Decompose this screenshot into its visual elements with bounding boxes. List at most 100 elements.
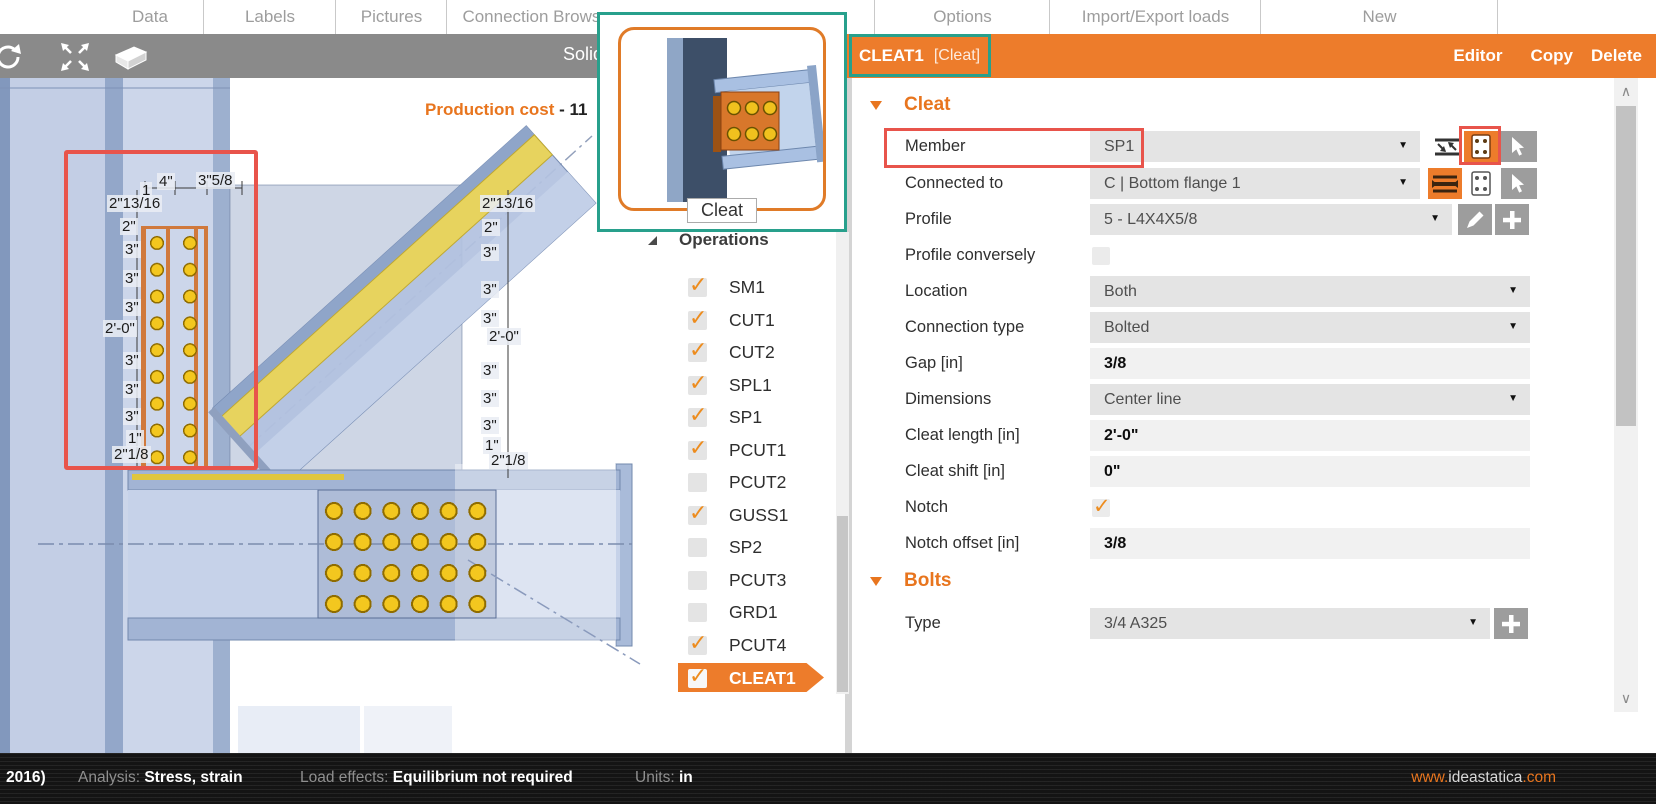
op-checkbox[interactable] xyxy=(688,402,707,428)
cleat-length-input[interactable]: 2'-0" xyxy=(1090,420,1530,451)
production-cost-label: Production cost xyxy=(425,100,555,119)
bolts-section-header[interactable]: Bolts xyxy=(870,570,952,592)
tab-new[interactable]: New xyxy=(1260,0,1498,34)
profile-conversely-checkbox[interactable] xyxy=(1092,247,1110,265)
member-select[interactable]: SP1 xyxy=(1090,131,1420,162)
tab-label: Pictures xyxy=(360,7,423,26)
tab-data[interactable]: Data xyxy=(97,0,203,34)
rotate-view-icon[interactable] xyxy=(0,40,25,79)
solid-box-icon[interactable] xyxy=(112,43,150,76)
status-left: 2016) xyxy=(6,769,46,786)
op-item-sp2[interactable]: SP2 xyxy=(688,534,762,560)
profile-select[interactable]: 5 - L4X4X5/8 xyxy=(1090,204,1452,235)
pick-plate-cursor-icon[interactable] xyxy=(1501,168,1537,199)
op-checkbox[interactable] xyxy=(688,500,707,526)
op-checkbox[interactable] xyxy=(688,305,707,331)
bolt-plate-icon-active[interactable] xyxy=(1464,131,1498,162)
connected-to-label: Connected to xyxy=(905,174,1004,192)
add-bolt-type-plus-icon[interactable] xyxy=(1494,608,1528,639)
op-item-cleat1[interactable]: CLEAT1 xyxy=(688,663,796,691)
dim-label: 3" xyxy=(123,381,141,398)
location-select[interactable]: Both xyxy=(1090,276,1530,307)
op-item-grd1[interactable]: GRD1 xyxy=(688,599,778,625)
dim-label: 4" xyxy=(157,173,175,190)
operations-title: Operations xyxy=(679,230,769,249)
bolt-type-select[interactable]: 3/4 A325 xyxy=(1090,608,1490,639)
connected-to-value: C | Bottom flange 1 xyxy=(1104,174,1241,192)
fit-view-icon[interactable] xyxy=(58,40,92,79)
scroll-down-icon[interactable]: ∨ xyxy=(1614,690,1638,707)
op-item-spl1[interactable]: SPL1 xyxy=(688,370,772,398)
panel-scrollbar-thumb[interactable] xyxy=(1616,106,1636,426)
op-item-pcut2[interactable]: PCUT2 xyxy=(688,469,786,495)
tab-label: Labels xyxy=(244,7,296,26)
add-profile-plus-icon[interactable] xyxy=(1495,204,1529,235)
op-checkbox[interactable] xyxy=(688,370,707,396)
dimensions-select[interactable]: Center line xyxy=(1090,384,1530,415)
flange-icon-active[interactable] xyxy=(1428,168,1462,199)
member-direction-icon[interactable] xyxy=(1430,131,1464,162)
op-checkbox[interactable] xyxy=(688,570,707,590)
collapse-triangle-icon[interactable] xyxy=(870,100,882,110)
operations-scrollbar[interactable] xyxy=(836,232,849,694)
delete-button[interactable]: Delete xyxy=(1591,46,1642,66)
cleat-gallery-popup: Cleat xyxy=(597,12,847,232)
op-checkbox[interactable] xyxy=(688,537,707,557)
bolt-type-value: 3/4 A325 xyxy=(1104,614,1168,632)
load-effects-value: Equilibrium not required xyxy=(392,769,573,786)
op-item-pcut4[interactable]: PCUT4 xyxy=(688,630,786,658)
op-item-sp1[interactable]: SP1 xyxy=(688,402,762,430)
cleat-shift-label: Cleat shift [in] xyxy=(905,462,1005,480)
editor-button[interactable]: Editor xyxy=(1453,46,1502,66)
gap-input[interactable]: 3/8 xyxy=(1090,348,1530,379)
tab-pictures[interactable]: Pictures xyxy=(335,0,447,34)
panel-scrollbar[interactable]: ∧ ∨ xyxy=(1614,78,1638,712)
op-checkbox[interactable] xyxy=(688,602,707,622)
operations-header[interactable]: Operations xyxy=(648,230,769,250)
notch-offset-input[interactable]: 3/8 xyxy=(1090,528,1530,559)
op-item-pcut1[interactable]: PCUT1 xyxy=(688,435,786,463)
profile-label: Profile xyxy=(905,210,952,228)
cleat-thumbnail-card[interactable] xyxy=(618,27,826,211)
dim-label: 3" xyxy=(481,390,499,407)
cleat-length-value: 2'-0" xyxy=(1104,426,1139,444)
tab-label: Data xyxy=(132,7,168,26)
op-checkbox[interactable] xyxy=(688,272,707,298)
production-cost: Production cost - 11 xyxy=(425,100,588,120)
op-item-sm1[interactable]: SM1 xyxy=(688,272,765,300)
operations-scrollbar-thumb[interactable] xyxy=(837,516,848,692)
connection-type-select[interactable]: Bolted xyxy=(1090,312,1530,343)
dim-label: 2'-0" xyxy=(487,328,521,345)
op-checkbox[interactable] xyxy=(688,663,707,689)
tab-labels[interactable]: Labels xyxy=(203,0,336,34)
website-link[interactable]: www.ideastatica.com xyxy=(1411,769,1556,787)
bolt-plate-icon[interactable] xyxy=(1464,168,1498,199)
op-checkbox[interactable] xyxy=(688,630,707,656)
notch-checkbox[interactable] xyxy=(1092,494,1111,519)
op-checkbox[interactable] xyxy=(688,435,707,461)
operation-type: [Cleat] xyxy=(933,47,981,64)
dim-label: 3" xyxy=(123,408,141,425)
dim-label: 3" xyxy=(123,241,141,258)
op-checkbox[interactable] xyxy=(688,472,707,492)
op-checkbox[interactable] xyxy=(688,337,707,363)
pick-member-cursor-icon[interactable] xyxy=(1501,131,1537,162)
tab-import-export-loads[interactable]: Import/Export loads xyxy=(1049,0,1261,34)
connected-to-select[interactable]: C | Bottom flange 1 xyxy=(1090,168,1420,199)
collapse-triangle-icon[interactable] xyxy=(870,576,882,586)
cleat-section-header[interactable]: Cleat xyxy=(870,94,950,116)
edit-profile-pencil-icon[interactable] xyxy=(1458,204,1492,235)
bolt-type-label: Type xyxy=(905,614,941,632)
tab-spacer xyxy=(1497,0,1558,34)
copy-button[interactable]: Copy xyxy=(1530,46,1573,66)
dimensions-label: Dimensions xyxy=(905,390,992,408)
cleat-shift-input[interactable]: 0" xyxy=(1090,456,1530,487)
tree-expander-icon[interactable] xyxy=(648,235,657,245)
op-item-cut2[interactable]: CUT2 xyxy=(688,337,775,365)
op-item-cut1[interactable]: CUT1 xyxy=(688,305,775,333)
scroll-up-icon[interactable]: ∧ xyxy=(1614,83,1638,100)
cleat-length-label: Cleat length [in] xyxy=(905,426,1020,444)
op-item-pcut3[interactable]: PCUT3 xyxy=(688,567,786,593)
op-item-guss1[interactable]: GUSS1 xyxy=(688,500,788,528)
tab-options[interactable]: Options xyxy=(874,0,1050,34)
